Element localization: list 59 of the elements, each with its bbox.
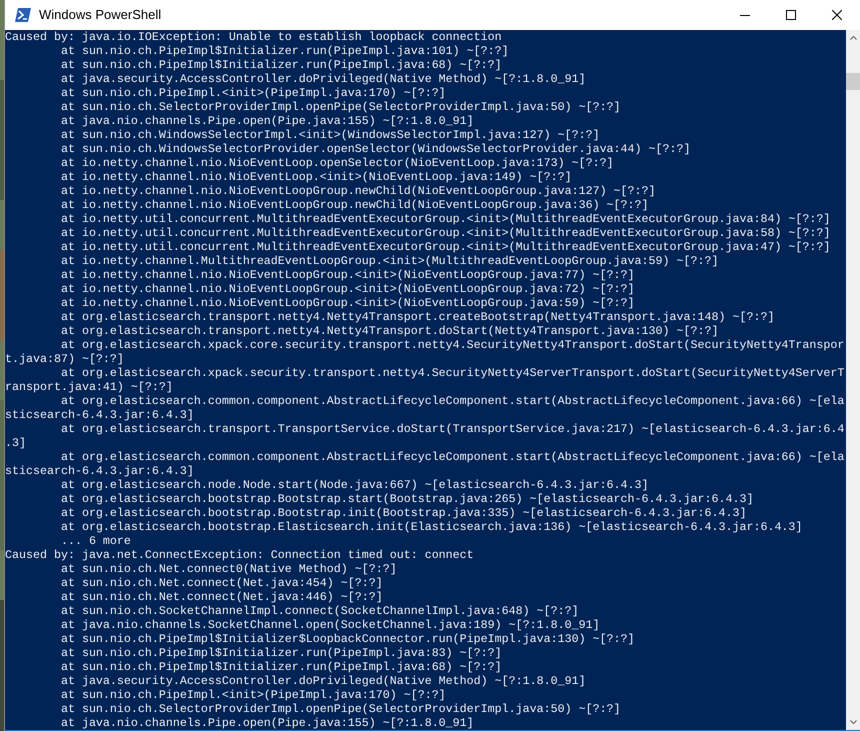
scrollbar[interactable] bbox=[846, 30, 860, 730]
console-line: at io.netty.channel.nio.NioEventLoopGroup.<init>(NioEventLoopGroup.java:59) ~[?:?] bbox=[60, 296, 635, 310]
console-line: at io.netty.channel.nio.NioEventLoopGroup.<init>(NioEventLoopGroup.java:77) ~[?:?] bbox=[60, 268, 635, 282]
console-line: at org.elasticsearch.node.Node.start(Node.java:667) ~[elasticsearch-6.4.3.jar:6.4.3] bbox=[60, 478, 649, 492]
console-line: at io.netty.channel.nio.NioEventLoop.openSelector(NioEventLoop.java:173) ~[?:?] bbox=[60, 156, 614, 170]
console-line: ... 6 more bbox=[60, 534, 131, 548]
scroll-down-icon[interactable] bbox=[850, 720, 856, 724]
console-line: at sun.nio.ch.PipeImpl.<init>(PipeImpl.java:170) ~[?:?] bbox=[60, 86, 446, 100]
console-line: at io.netty.util.concurrent.MultithreadEventExecutorGroup.<init>(MultithreadEventExecutorGroup.java:47) ~[?:?] bbox=[60, 240, 830, 254]
console-line: at org.elasticsearch.bootstrap.Elasticsearch.init(Elasticsearch.java:136) ~[elasticsearch-6.4.3.jar:6.4.3] bbox=[60, 520, 802, 534]
console-line: at sun.nio.ch.PipeImpl$Initializer.run(PipeImpl.java:68) ~[?:?] bbox=[60, 660, 502, 674]
console-line: at sun.nio.ch.Net.connect0(Native Method) ~[?:?] bbox=[60, 562, 397, 576]
console-line: at sun.nio.ch.WindowsSelectorProvider.openSelector(WindowsSelectorProvider.java:44) ~[?:?] bbox=[60, 142, 690, 156]
console-line: at org.elasticsearch.transport.netty4.Netty4Transport.createBootstrap(Netty4Transport.java:148) ~[?:?] bbox=[60, 310, 774, 324]
console-line: at sun.nio.ch.PipeImpl$Initializer$LoopbackConnector.run(PipeImpl.java:130) ~[?:?] bbox=[60, 632, 635, 646]
console-line: at io.netty.channel.nio.NioEventLoopGroup.<init>(NioEventLoopGroup.java:72) ~[?:?] bbox=[60, 282, 635, 296]
console-line: Caused by: java.io.IOException: Unable to establish loopback connection bbox=[5, 30, 502, 44]
console-line: at java.security.AccessController.doPrivileged(Native Method) ~[?:1.8.0_91] bbox=[60, 674, 586, 688]
console-line: at org.elasticsearch.bootstrap.Bootstrap.start(Bootstrap.java:265) ~[elasticsearch-6.4.3.jar:6.4.3] bbox=[60, 492, 754, 506]
console-line: t.java:87) ~[?:?] bbox=[5, 352, 124, 366]
console-line: at io.netty.channel.nio.NioEventLoop.<init>(NioEventLoop.java:149) ~[?:?] bbox=[60, 170, 572, 184]
console-line: at org.elasticsearch.xpack.core.security.transport.netty4.SecurityNetty4Transport.doStart(SecurityNetty4Transpor bbox=[60, 338, 844, 352]
console-line: at io.netty.util.concurrent.MultithreadEventExecutorGroup.<init>(MultithreadEventExecutorGroup.java:84) ~[?:?] bbox=[60, 212, 830, 226]
console-line: at org.elasticsearch.transport.netty4.Netty4Transport.doStart(Netty4Transport.java:130) ~[?:?] bbox=[60, 324, 718, 338]
console-line: at io.netty.channel.nio.NioEventLoopGroup.newChild(NioEventLoopGroup.java:127) ~[?:?] bbox=[60, 184, 656, 198]
minimize-icon bbox=[740, 14, 750, 16]
console-line: sticsearch-6.4.3.jar:6.4.3] bbox=[5, 408, 194, 422]
console-line: at io.netty.util.concurrent.MultithreadEventExecutorGroup.<init>(MultithreadEventExecutorGroup.java:58) ~[?:?] bbox=[60, 226, 830, 240]
console-line: at org.elasticsearch.common.component.AbstractLifecycleComponent.start(AbstractLifecycleComponent.java:66) ~[ela bbox=[60, 450, 844, 464]
maximize-icon bbox=[786, 10, 796, 20]
console-line: at java.nio.channels.Pipe.open(Pipe.java:155) ~[?:1.8.0_91] bbox=[60, 114, 474, 128]
console-line: at sun.nio.ch.PipeImpl$Initializer.run(PipeImpl.java:101) ~[?:?] bbox=[60, 44, 509, 58]
console-line: at io.netty.channel.MultithreadEventLoopGroup.<init>(MultithreadEventLoopGroup.java:59) ~[?:?] bbox=[60, 254, 718, 268]
scrollbar-thumb[interactable] bbox=[846, 73, 860, 90]
console-line: Caused by: java.net.ConnectException: Connection timed out: connect bbox=[5, 548, 474, 562]
console-line: at sun.nio.ch.Net.connect(Net.java:446) ~[?:?] bbox=[60, 590, 383, 604]
console-line: at sun.nio.ch.PipeImpl$Initializer.run(PipeImpl.java:68) ~[?:?] bbox=[60, 58, 502, 72]
console-line: at org.elasticsearch.xpack.security.transport.netty4.SecurityNetty4ServerTransport.doStart(SecurityNetty4ServerT bbox=[60, 366, 844, 380]
console-line: at org.elasticsearch.transport.TransportService.doStart(TransportService.java:217) ~[elasticsearch-6.4.3.jar:6.4 bbox=[60, 422, 844, 436]
console-line: at sun.nio.ch.WindowsSelectorImpl.<init>(WindowsSelectorImpl.java:127) ~[?:?] bbox=[60, 128, 600, 142]
console-line: at sun.nio.ch.SelectorProviderImpl.openPipe(SelectorProviderImpl.java:50) ~[?:?] bbox=[60, 702, 621, 716]
window-title: Windows PowerShell bbox=[39, 6, 162, 24]
console-line: at io.netty.channel.nio.NioEventLoopGroup.newChild(NioEventLoopGroup.java:36) ~[?:?] bbox=[60, 198, 649, 212]
console-line: at org.elasticsearch.common.component.AbstractLifecycleComponent.start(AbstractLifecycleComponent.java:66) ~[ela bbox=[60, 394, 844, 408]
console-line: .3] bbox=[5, 436, 26, 450]
console-line: at org.elasticsearch.bootstrap.Bootstrap.init(Bootstrap.java:335) ~[elasticsearch-6.4.3.jar:6.4.3] bbox=[60, 506, 746, 520]
console-line: at java.security.AccessController.doPrivileged(Native Method) ~[?:1.8.0_91] bbox=[60, 72, 586, 86]
console-line: sticsearch-6.4.3.jar:6.4.3] bbox=[5, 464, 194, 478]
console-line: at sun.nio.ch.SelectorProviderImpl.openPipe(SelectorProviderImpl.java:50) ~[?:?] bbox=[60, 100, 621, 114]
scroll-up-icon[interactable] bbox=[850, 36, 856, 40]
console-line: at sun.nio.ch.SocketChannelImpl.connect(SocketChannelImpl.java:648) ~[?:?] bbox=[60, 604, 579, 618]
powershell-icon bbox=[15, 8, 31, 22]
console-line: at java.nio.channels.SocketChannel.open(SocketChannel.java:189) ~[?:1.8.0_91] bbox=[60, 618, 600, 632]
console-line: at sun.nio.ch.Net.connect(Net.java:454) ~[?:?] bbox=[60, 576, 383, 590]
console-line: at sun.nio.ch.PipeImpl$Initializer.run(PipeImpl.java:83) ~[?:?] bbox=[60, 646, 502, 660]
close-icon bbox=[832, 10, 842, 20]
console-line: at sun.nio.ch.PipeImpl.<init>(PipeImpl.java:170) ~[?:?] bbox=[60, 688, 446, 702]
console-line: ransport.java:41) ~[?:?] bbox=[5, 380, 173, 394]
console-line: at java.nio.channels.Pipe.open(Pipe.java:155) ~[?:1.8.0_91] bbox=[60, 716, 474, 730]
